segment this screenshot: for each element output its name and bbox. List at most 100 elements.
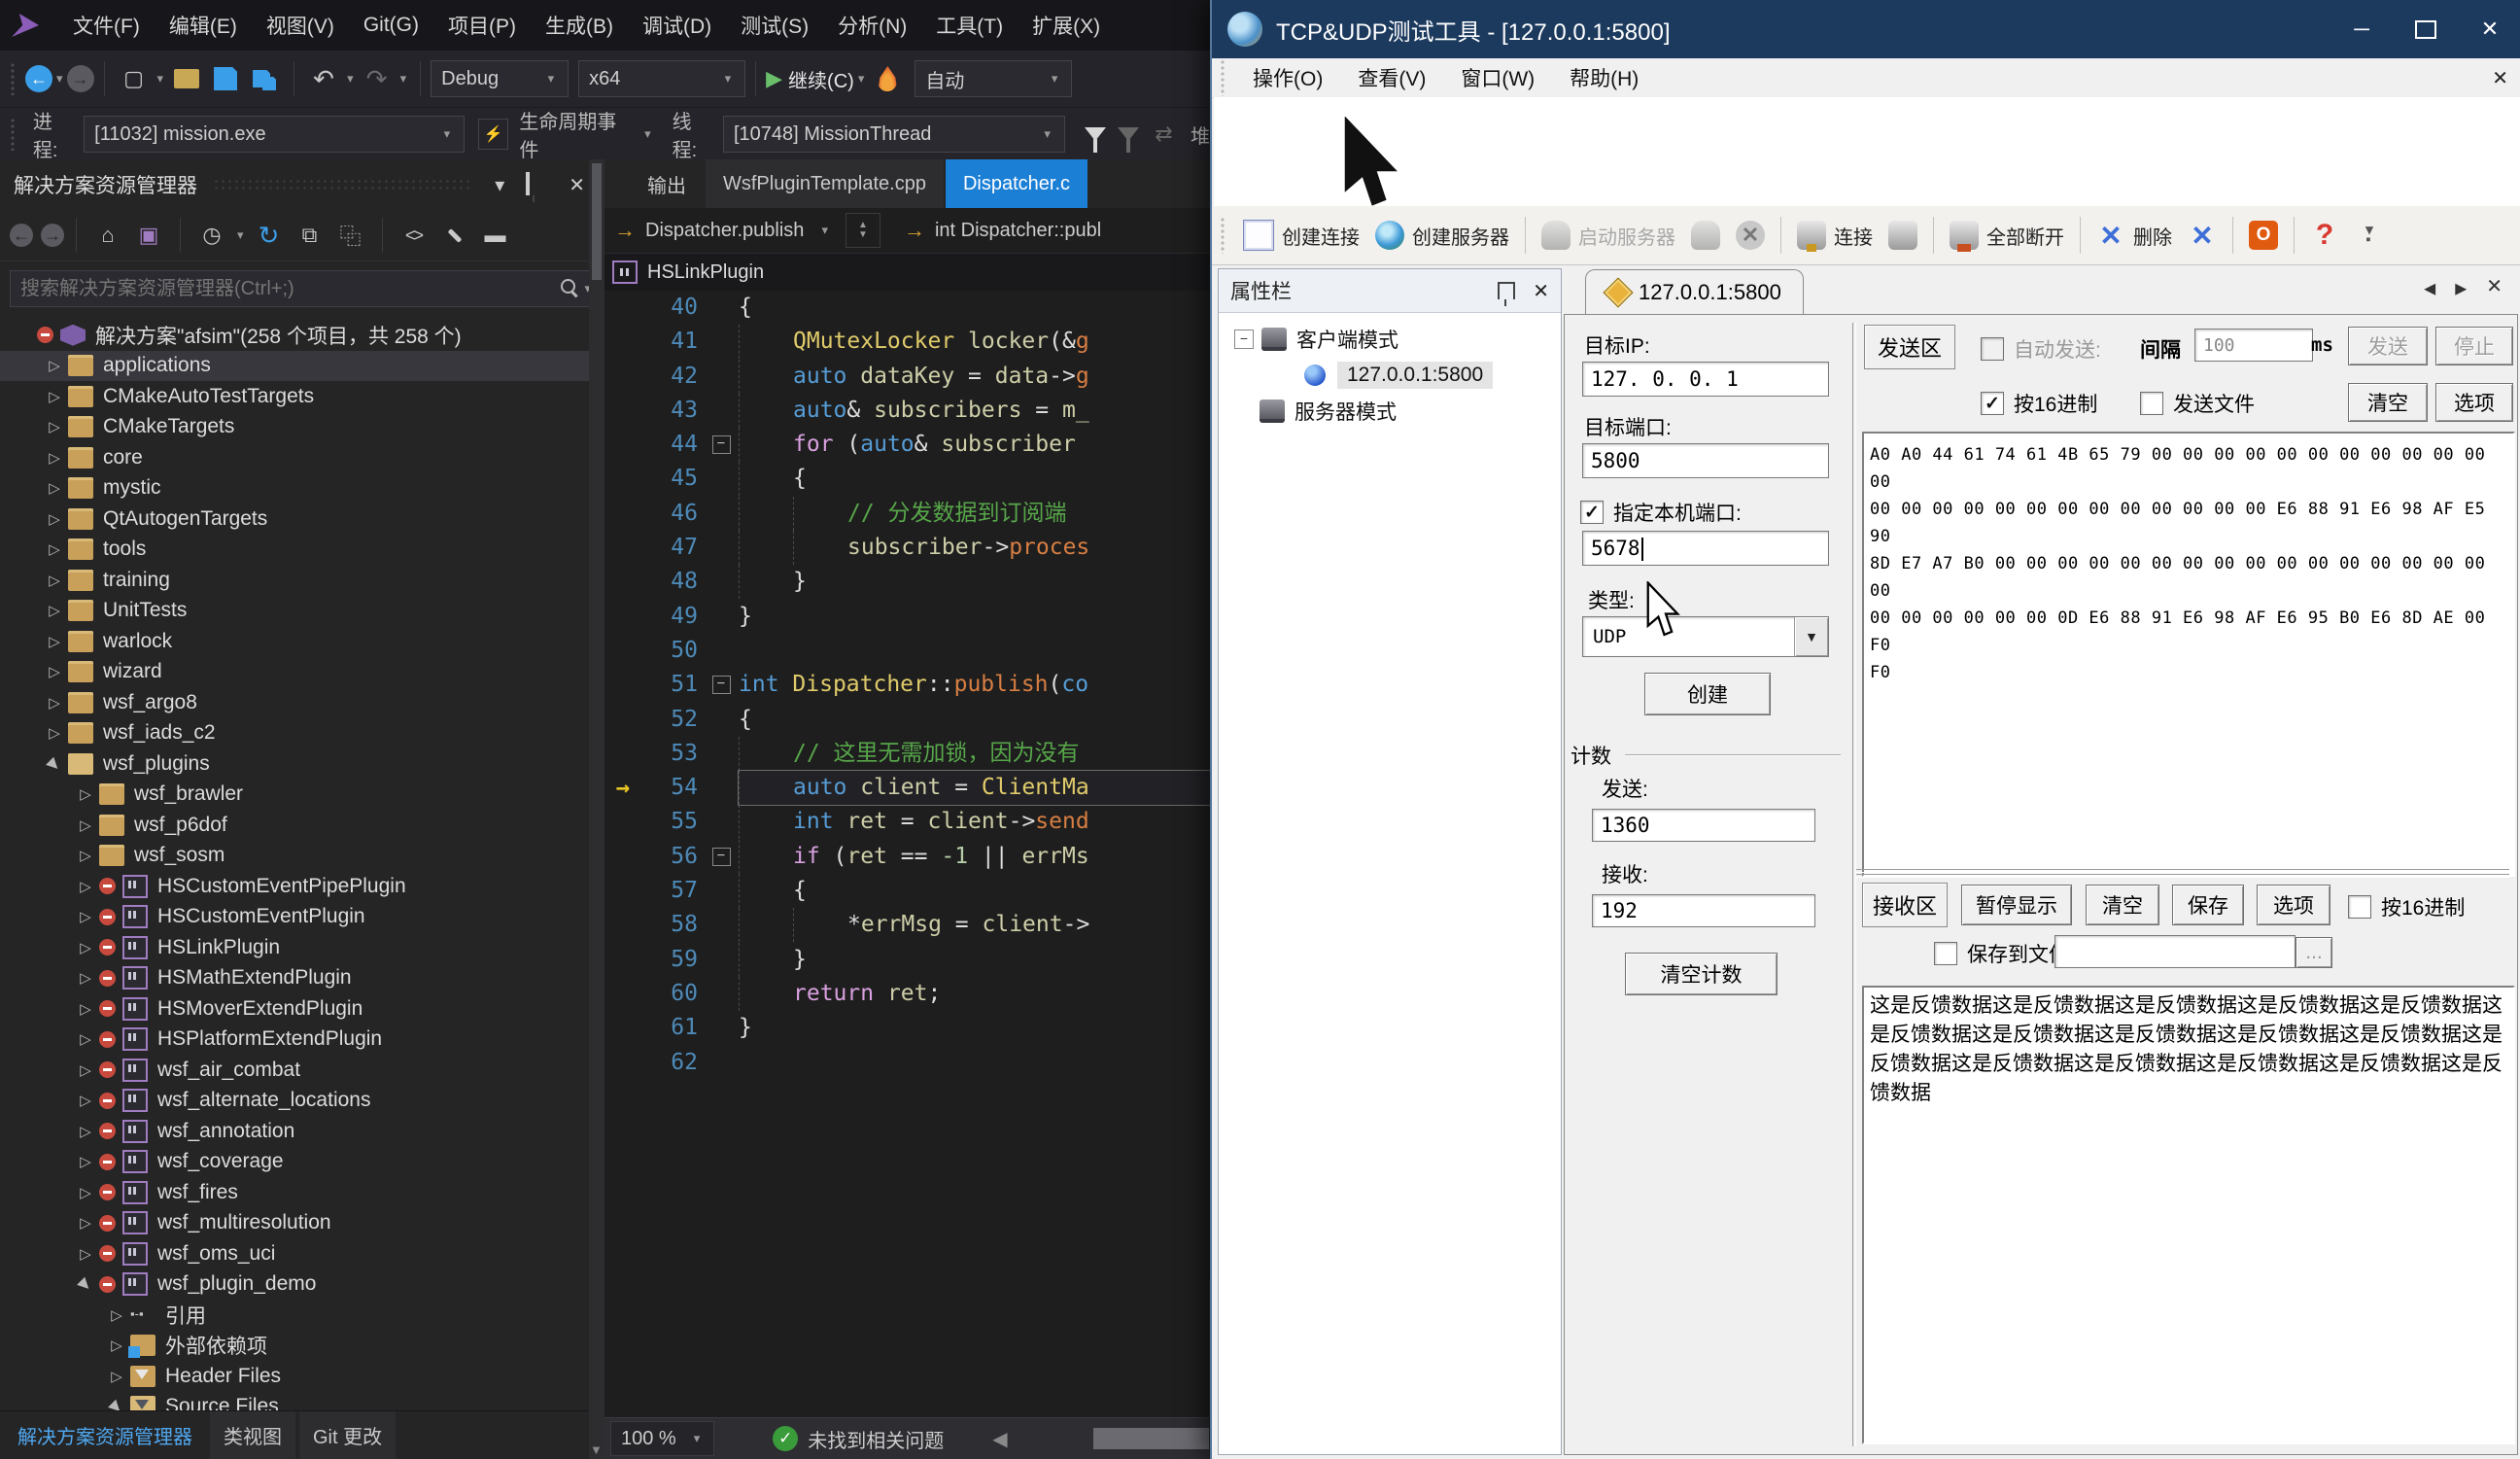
tree-item[interactable]: ▷CMakeTargets — [0, 412, 604, 443]
breakpoint-margin[interactable] — [604, 943, 641, 977]
tree-expander-icon[interactable]: ▷ — [72, 1184, 99, 1201]
tree-item[interactable]: ▷wsf_p6dof — [0, 810, 604, 841]
breakpoint-margin[interactable] — [604, 668, 641, 702]
show-all-files-icon[interactable]: <> — [397, 219, 431, 252]
tcp-toolbar-stop[interactable] — [2241, 214, 2286, 257]
tree-expander-icon[interactable]: ▷ — [41, 694, 68, 712]
tcp-menu-查看(V)[interactable]: 查看(V) — [1340, 63, 1443, 92]
code-line-47[interactable]: 47subscriber->proces — [604, 531, 1218, 565]
current-statement-arrow-icon[interactable]: → — [604, 771, 641, 805]
tree-expander-icon[interactable]: ▷ — [72, 878, 99, 895]
tree-expander-icon[interactable]: ▷ — [72, 1000, 99, 1018]
tree-expander-icon[interactable]: ▷ — [72, 816, 99, 834]
tree-item[interactable]: ▷wsf_oms_uci — [0, 1238, 604, 1269]
fold-collapse-icon[interactable]: − — [712, 848, 731, 866]
code-line-41[interactable]: 41QMutexLocker locker(&g — [604, 325, 1218, 359]
tree-item[interactable]: ▷HSLinkPlugin — [0, 932, 604, 963]
tree-item[interactable]: ▷HSMathExtendPlugin — [0, 963, 604, 994]
breakpoint-margin[interactable] — [604, 805, 641, 839]
tree-item[interactable]: ▷CMakeAutoTestTargets — [0, 381, 604, 412]
vs-menu-编辑(E)[interactable]: 编辑(E) — [155, 0, 252, 51]
open-folder-icon[interactable] — [170, 62, 203, 95]
tcp-toolbar-创建服务器[interactable]: 创建服务器 — [1367, 214, 1517, 257]
tree-expander-icon[interactable]: ▷ — [41, 510, 68, 528]
tree-expander-icon[interactable]: ▷ — [41, 663, 68, 680]
vs-menu-Git(G)[interactable]: Git(G) — [349, 0, 433, 51]
window-position-icon[interactable]: ▾ — [489, 173, 510, 197]
close-icon[interactable]: ✕ — [563, 173, 591, 197]
vs-menu-文件(F)[interactable]: 文件(F) — [58, 0, 155, 51]
tree-expander-icon[interactable]: ▷ — [103, 1368, 130, 1385]
vs-menu-分析(N)[interactable]: 分析(N) — [823, 0, 921, 51]
platform-combobox[interactable]: x64▾ — [578, 60, 745, 97]
breakpoint-margin[interactable] — [604, 908, 641, 942]
tree-item[interactable]: 解决方案"afsim"(258 个项目，共 258 个) — [0, 320, 604, 351]
target-port-input[interactable] — [1582, 443, 1829, 478]
tree-expander-icon[interactable]: ▷ — [72, 939, 99, 956]
tree-expander-icon[interactable]: ▷ — [41, 388, 68, 405]
zoom-combobox[interactable]: 100 %▾ — [610, 1421, 714, 1456]
tree-expander-icon[interactable]: ▷ — [72, 785, 99, 803]
props-tree-item[interactable]: 服务器模式 — [1219, 393, 1561, 429]
send-button[interactable]: 发送 — [2348, 327, 2428, 365]
tree-expander-icon[interactable]: ▷ — [72, 1061, 99, 1079]
tree-expander-icon[interactable]: ▷ — [41, 479, 68, 497]
send-hex-checkbox[interactable]: ✓按16进制 — [1981, 389, 2097, 418]
save-all-icon[interactable] — [248, 62, 281, 95]
recv-textarea[interactable]: 这是反馈数据这是反馈数据这是反馈数据这是反馈数据这是反馈数据这是反馈数据这是反馈… — [1862, 986, 2515, 1444]
breadcrumb-left[interactable]: Dispatcher.publish — [645, 220, 804, 242]
recv-clear-button[interactable]: 清空 — [2086, 885, 2159, 925]
tree-item[interactable]: ▷tools — [0, 535, 604, 566]
panel-tab-Git 更改[interactable]: Git 更改 — [299, 1411, 396, 1459]
tree-expander-icon[interactable]: ▶ — [70, 1268, 102, 1301]
preview-icon[interactable]: ▬ — [479, 219, 512, 252]
tree-expander-icon[interactable]: ▷ — [41, 602, 68, 619]
tree-expander-icon[interactable]: ▷ — [72, 1030, 99, 1048]
tree-expander-icon[interactable]: ▷ — [103, 1306, 130, 1324]
code-line-53[interactable]: 53// 这里无需加锁，因为没有 — [604, 737, 1218, 771]
tree-item[interactable]: ▷Header Files — [0, 1361, 604, 1392]
tree-item[interactable]: ▷applications — [0, 351, 604, 382]
tcp-toolbar-删除[interactable]: ✕删除 — [2088, 214, 2180, 257]
tree-expander-icon[interactable]: ▷ — [41, 449, 68, 467]
search-icon[interactable] — [559, 278, 580, 299]
tree-expander-icon[interactable]: ▷ — [41, 724, 68, 742]
filter-clear-icon[interactable] — [1118, 127, 1139, 141]
tree-item[interactable]: ▷wsf_alternate_locations — [0, 1086, 604, 1117]
vs-menu-生成(B)[interactable]: 生成(B) — [531, 0, 628, 51]
solution-tree-scrollbar[interactable]: ▼ — [589, 159, 604, 1459]
maximize-button[interactable] — [2394, 8, 2458, 51]
code-line-50[interactable]: 50 — [604, 634, 1218, 668]
tree-item[interactable]: ▶Source Files — [0, 1392, 604, 1411]
hscrollbar[interactable] — [1016, 1426, 1210, 1451]
tree-item[interactable]: ▶wsf_plugin_demo — [0, 1269, 604, 1301]
tcp-toolbar-help[interactable]: ? — [2302, 214, 2347, 257]
navigate-forward-icon[interactable]: → — [67, 65, 94, 92]
code-line-45[interactable]: 45{ — [604, 462, 1218, 496]
type-combobox[interactable]: UDP ▼ — [1582, 616, 1829, 657]
breakpoint-margin[interactable] — [604, 977, 641, 1011]
tree-item[interactable]: ▷HSCustomEventPlugin — [0, 902, 604, 933]
code-line-59[interactable]: 59} — [604, 943, 1218, 977]
code-line-49[interactable]: 49} — [604, 600, 1218, 634]
tree-item[interactable]: ▷UnitTests — [0, 596, 604, 627]
sync-with-active-document-icon[interactable]: ▣ — [132, 219, 165, 252]
tab-scroll-right-icon[interactable]: ▸ — [2455, 274, 2467, 302]
tree-item[interactable]: ▷wsf_sosm — [0, 841, 604, 872]
navigate-back-icon[interactable]: ← — [25, 65, 52, 92]
recv-save-button[interactable]: 保存 — [2172, 885, 2244, 925]
vs-menu-扩展(X)[interactable]: 扩展(X) — [1018, 0, 1115, 51]
forward-icon[interactable]: → — [41, 224, 64, 247]
tcp-toolbar-bx2[interactable]: ✕ — [2180, 214, 2225, 257]
local-port-checkbox[interactable]: ✓指定本机端口: — [1580, 498, 1742, 527]
tree-item[interactable]: ▷HSCustomEventPipePlugin — [0, 871, 604, 902]
tree-expander-icon[interactable]: ▷ — [41, 357, 68, 374]
tree-item[interactable]: ▷wsf_fires — [0, 1177, 604, 1208]
code-line-48[interactable]: 48} — [604, 565, 1218, 599]
new-file-icon[interactable]: ▢ — [118, 62, 151, 95]
tree-item[interactable]: ▷wsf_iads_c2 — [0, 718, 604, 749]
code-line-46[interactable]: 46// 分发数据到订阅端 — [604, 497, 1218, 531]
breakpoint-margin[interactable] — [604, 1046, 641, 1080]
breakpoint-margin[interactable] — [604, 840, 641, 874]
tcp-toolbar-cx[interactable]: ✕ — [1728, 214, 1773, 257]
